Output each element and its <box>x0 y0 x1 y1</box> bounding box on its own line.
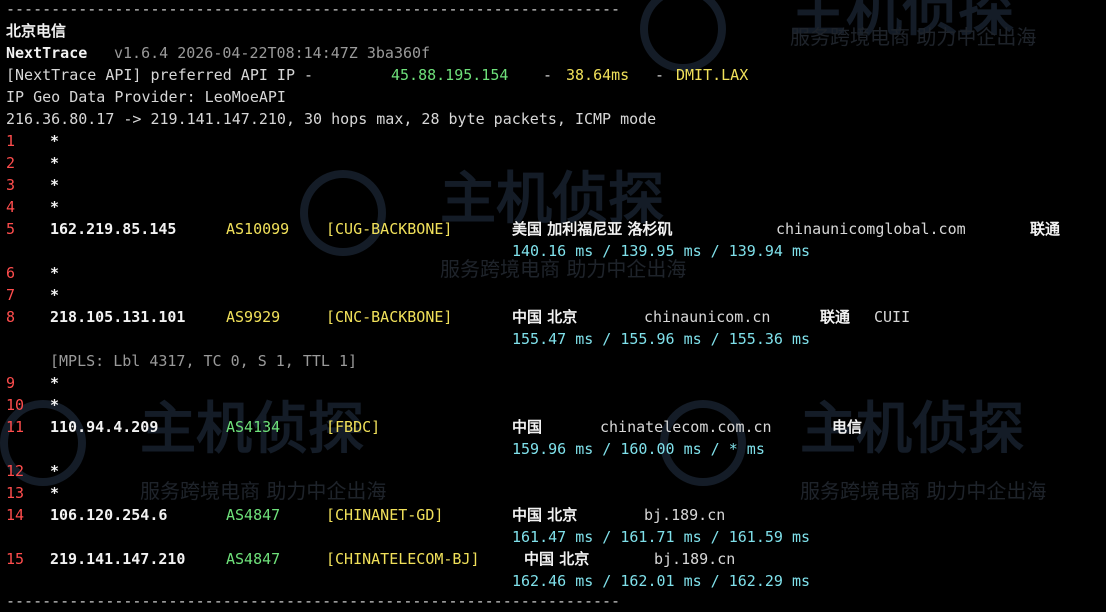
hop-rtt: 140.16 ms / 139.95 ms / 139.94 ms <box>512 242 811 260</box>
hop-number: 3 <box>6 176 16 194</box>
api-dash-2: - <box>646 66 674 84</box>
api-dash-1: - <box>534 66 562 84</box>
hop-timeout: * <box>50 374 60 392</box>
hop-asn: AS4134 <box>226 418 281 436</box>
hop-timeout: * <box>50 484 60 502</box>
hop-domain: chinaunicom.cn <box>644 308 771 326</box>
hop-geo: 中国 北京 <box>512 308 578 326</box>
hop-ip: 106.120.254.6 <box>50 506 168 524</box>
hop-tag: [CHINATELECOM-BJ] <box>326 550 480 568</box>
hop-number: 2 <box>6 154 16 172</box>
hop-ip: 219.141.147.210 <box>50 550 186 568</box>
hop-asn: AS4847 <box>226 506 281 524</box>
hop-ip: 218.105.131.101 <box>50 308 186 326</box>
api-ip: 45.88.195.154 <box>391 66 509 84</box>
hop-timeout: * <box>50 154 60 172</box>
hop-timeout: * <box>50 286 60 304</box>
hop-asn: AS9929 <box>226 308 281 326</box>
hop-number: 10 <box>6 396 25 414</box>
hop-timeout: * <box>50 132 60 150</box>
hop-number: 14 <box>6 506 25 524</box>
hop-geo: 中国 <box>512 418 543 436</box>
hop-asn: AS10099 <box>226 220 290 238</box>
hop-timeout: * <box>50 396 60 414</box>
hop-number: 4 <box>6 198 16 216</box>
hop-timeout: * <box>50 264 60 282</box>
hop-rtt: 159.96 ms / 160.00 ms / * ms <box>512 440 765 458</box>
route-summary-line: 216.36.80.17 -> 219.141.147.210, 30 hops… <box>6 110 657 128</box>
terminal-output: ----------------------------------------… <box>6 0 1100 610</box>
separator-top: ----------------------------------------… <box>6 0 621 18</box>
hop-timeout: * <box>50 176 60 194</box>
hop-geo: 美国 加利福尼亚 洛杉矶 <box>512 220 673 238</box>
version-info: v1.6.4 2026-04-22T08:14:47Z 3ba360f <box>114 44 431 62</box>
hop-number: 6 <box>6 264 16 282</box>
hop-tag: [CNC-BACKBONE] <box>326 308 453 326</box>
geo-provider-line: IP Geo Data Provider: LeoMoeAPI <box>6 88 286 106</box>
hop-tag: [CHINANET-GD] <box>326 506 444 524</box>
hop-domain: bj.189.cn <box>644 506 726 524</box>
hop-rtt: 161.47 ms / 161.71 ms / 161.59 ms <box>512 528 811 546</box>
hop-timeout: * <box>50 198 60 216</box>
hop-isp-extra: CUII <box>874 308 911 326</box>
hop-rtt: 162.46 ms / 162.01 ms / 162.29 ms <box>512 572 811 590</box>
hop-number: 13 <box>6 484 25 502</box>
hop-tag: [CUG-BACKBONE] <box>326 220 453 238</box>
hop-number: 7 <box>6 286 16 304</box>
hop-ip: 110.94.4.209 <box>50 418 159 436</box>
hop-rtt: 155.47 ms / 155.96 ms / 155.36 ms <box>512 330 811 348</box>
separator-bottom: ----------------------------------------… <box>6 592 621 610</box>
hop-isp: 联通 <box>820 308 851 326</box>
app-name: NextTrace <box>6 44 88 62</box>
hop-domain: chinaunicomglobal.com <box>776 220 966 238</box>
hop-asn: AS4847 <box>226 550 281 568</box>
hop-domain: chinatelecom.com.cn <box>600 418 772 436</box>
api-prefix: [NextTrace API] preferred API IP - <box>6 66 323 84</box>
hop-number: 5 <box>6 220 16 238</box>
hop-tag: [FBDC] <box>326 418 381 436</box>
hop-number: 15 <box>6 550 25 568</box>
hop-mpls: [MPLS: Lbl 4317, TC 0, S 1, TTL 1] <box>50 352 358 370</box>
hop-domain: bj.189.cn <box>654 550 736 568</box>
hop-timeout: * <box>50 462 60 480</box>
hop-geo: 中国 北京 <box>512 506 578 524</box>
api-node: DMIT.LAX <box>676 66 749 84</box>
hop-number: 8 <box>6 308 16 326</box>
api-line: [NextTrace API] preferred API IP - 45.88… <box>6 64 748 86</box>
hop-isp: 电信 <box>832 418 863 436</box>
hop-number: 1 <box>6 132 16 150</box>
hop-number: 12 <box>6 462 25 480</box>
hop-ip: 162.219.85.145 <box>50 220 177 238</box>
version-line: NextTrace v1.6.4 2026-04-22T08:14:47Z 3b… <box>6 42 430 64</box>
hop-isp: 联通 <box>1030 220 1061 238</box>
location-title: 北京电信 <box>6 22 67 40</box>
hop-number: 11 <box>6 418 25 436</box>
hop-number: 9 <box>6 374 16 392</box>
hop-geo: 中国 北京 <box>524 550 590 568</box>
api-latency: 38.64ms <box>566 66 630 84</box>
